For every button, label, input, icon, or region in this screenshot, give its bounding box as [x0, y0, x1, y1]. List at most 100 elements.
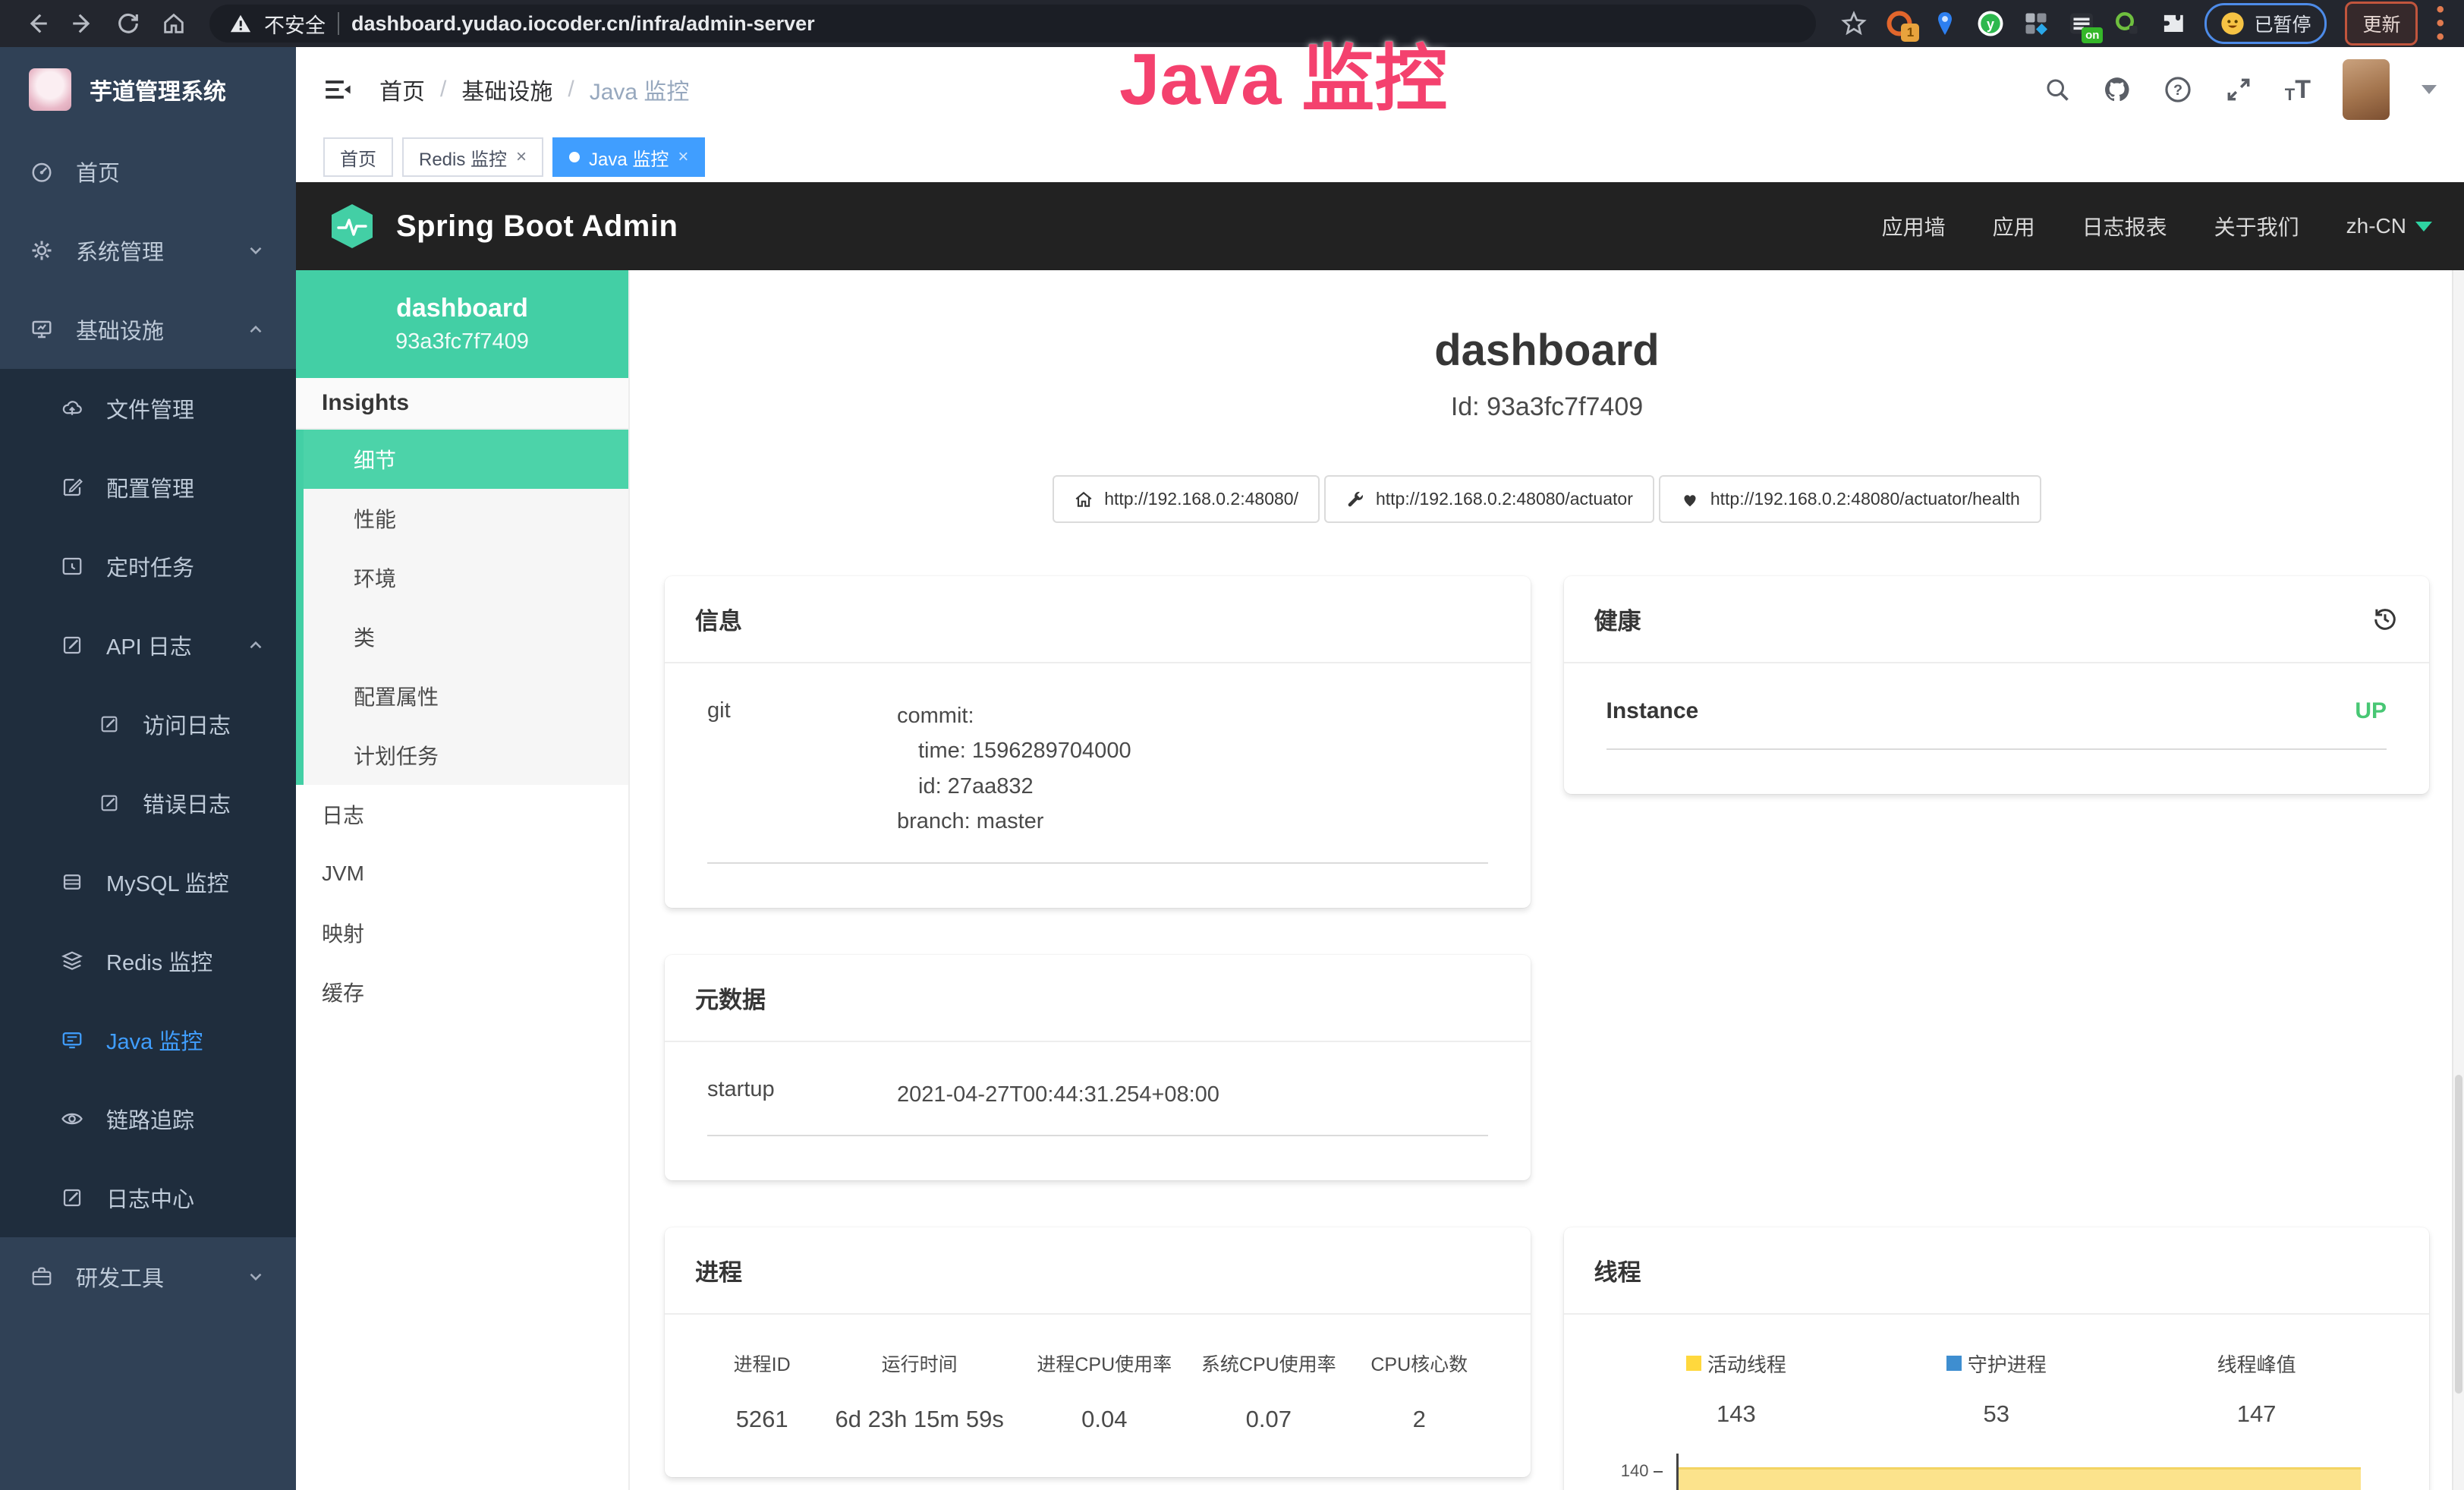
tab-java-monitor[interactable]: Java 监控 × [552, 137, 705, 177]
card-metadata-title: 元数据 [665, 955, 1531, 1042]
sba-header: Spring Boot Admin 应用墙 应用 日志报表 关于我们 zh-CN [296, 182, 2464, 270]
extension-tabs-icon[interactable]: on [2068, 10, 2095, 37]
card-threads-title: 线程 [1564, 1227, 2430, 1315]
sba-item-environment[interactable]: 环境 [304, 548, 628, 607]
sba-nav-journal[interactable]: 日志报表 [2082, 211, 2167, 241]
sba-nav-wallboard[interactable]: 应用墙 [1882, 211, 1946, 241]
peak-threads-value: 147 [2126, 1400, 2387, 1428]
sba-nav-about[interactable]: 关于我们 [2214, 211, 2299, 241]
sba-brand[interactable]: Spring Boot Admin [328, 202, 678, 250]
sidebar-item-access-log[interactable]: 访问日志 [0, 685, 296, 764]
sba-item-logs[interactable]: 日志 [296, 785, 628, 844]
log-edit-icon [99, 792, 120, 814]
sidebar-item-redis[interactable]: Redis 监控 [0, 921, 296, 1000]
browser-menu-icon[interactable]: ••• [2436, 3, 2444, 44]
log-edit-icon [61, 634, 83, 657]
profile-paused-badge[interactable]: 已暂停 [2204, 3, 2327, 44]
sba-item-classes[interactable]: 类 [304, 607, 628, 666]
page-scrollbar[interactable] [2452, 270, 2464, 1490]
extension-orange-icon[interactable]: 1 [1886, 10, 1913, 37]
service-url-button[interactable]: http://192.168.0.2:48080/ [1053, 475, 1320, 523]
dashboard-icon [30, 160, 53, 183]
breadcrumb-infra[interactable]: 基础设施 [461, 73, 552, 106]
layers-icon [61, 950, 83, 972]
process-table: 进程ID 运行时间 进程CPU使用率 系统CPU使用率 CPU核心数 5261 … [707, 1350, 1488, 1433]
sidebar-item-java-monitor[interactable]: Java 监控 [0, 1000, 296, 1079]
bookmark-star-icon[interactable] [1840, 10, 1868, 37]
process-pid: 5261 [707, 1406, 817, 1433]
extension-picker-icon[interactable] [2113, 10, 2141, 37]
sba-item-jvm[interactable]: JVM [296, 844, 628, 903]
font-size-icon[interactable]: TT [2285, 75, 2311, 105]
browser-forward-icon[interactable] [65, 6, 100, 41]
breadcrumb-home[interactable]: 首页 [379, 73, 425, 106]
close-icon[interactable]: × [678, 146, 688, 168]
sidebar-item-dev-tools[interactable]: 研发工具 [0, 1237, 296, 1316]
omnibox-divider [338, 12, 339, 35]
app-logo-row: 芋道管理系统 [0, 47, 296, 132]
sba-main: dashboard Id: 93a3fc7f7409 http://192.16… [630, 270, 2464, 1490]
extension-grid-icon[interactable] [2022, 10, 2050, 37]
browser-reload-icon[interactable] [111, 6, 146, 41]
sidebar-item-tracing[interactable]: 链路追踪 [0, 1079, 296, 1158]
sba-item-details[interactable]: 细节 [304, 430, 628, 489]
tab-home[interactable]: 首页 [323, 137, 393, 177]
sba-nav-language: zh-CN [2346, 214, 2432, 238]
sba-nav-applications[interactable]: 应用 [1993, 211, 2035, 241]
fullscreen-icon[interactable] [2224, 75, 2253, 104]
browser-home-icon[interactable] [156, 6, 191, 41]
system-cpu: 0.07 [1187, 1406, 1352, 1433]
url-text: dashboard.yudao.iocoder.cn/infra/admin-s… [351, 12, 815, 36]
heart-icon [1680, 490, 1700, 509]
chevron-up-icon [246, 635, 266, 655]
search-icon[interactable] [2044, 76, 2071, 103]
sidebar-item-file-mgmt[interactable]: 文件管理 [0, 369, 296, 448]
threads-chart: 140 120 100 [1606, 1463, 2387, 1490]
sidebar-item-config-mgmt[interactable]: 配置管理 [0, 448, 296, 527]
history-icon[interactable] [2371, 606, 2399, 633]
sidebar-item-error-log[interactable]: 错误日志 [0, 764, 296, 843]
health-instance-row[interactable]: Instance UP [1606, 698, 2387, 750]
card-health-title: 健康 [1594, 602, 1641, 636]
address-bar[interactable]: 不安全 dashboard.yudao.iocoder.cn/infra/adm… [209, 5, 1816, 43]
scrollbar-thumb[interactable] [2455, 1075, 2462, 1394]
user-avatar[interactable] [2343, 59, 2390, 120]
sba-insights-menu: 细节 性能 环境 类 配置属性 计划任务 [296, 430, 628, 785]
gear-icon [30, 239, 53, 262]
sba-item-caches[interactable]: 缓存 [296, 962, 628, 1022]
extension-pin-icon[interactable] [1931, 10, 1959, 37]
extension-y-icon[interactable]: y [1977, 10, 2004, 37]
sidebar-fold-icon[interactable] [323, 75, 352, 104]
card-threads: 线程 活动线程 143 守护进程 53 [1564, 1227, 2430, 1490]
sba-sidebar: dashboard 93a3fc7f7409 Insights 细节 性能 环境… [296, 270, 630, 1490]
process-cpu: 0.04 [1022, 1406, 1187, 1433]
health-url-button[interactable]: http://192.168.0.2:48080/actuator/health [1659, 475, 2041, 523]
close-icon[interactable]: × [516, 146, 527, 168]
sba-item-scheduled-tasks[interactable]: 计划任务 [304, 726, 628, 785]
browser-back-icon[interactable] [20, 6, 55, 41]
github-icon[interactable] [2103, 75, 2132, 104]
sba-instance-block[interactable]: dashboard 93a3fc7f7409 [296, 270, 628, 378]
sidebar-item-log-center[interactable]: 日志中心 [0, 1158, 296, 1237]
sba-item-metrics[interactable]: 性能 [304, 489, 628, 548]
sidebar-item-system[interactable]: 系统管理 [0, 211, 296, 290]
app-title: 芋道管理系统 [90, 73, 226, 106]
sidebar-item-mysql[interactable]: MySQL 监控 [0, 843, 296, 921]
annotation-java-monitor: Java 监控 [1119, 20, 1447, 125]
sba-item-mappings[interactable]: 映射 [296, 903, 628, 962]
actuator-url-button[interactable]: http://192.168.0.2:48080/actuator [1324, 475, 1654, 523]
extensions-puzzle-icon[interactable] [2159, 10, 2186, 37]
user-caret-icon[interactable] [2422, 85, 2437, 94]
update-button[interactable]: 更新 [2345, 2, 2418, 46]
sidebar-item-infra[interactable]: 基础设施 [0, 290, 296, 369]
help-icon[interactable]: ? [2163, 75, 2192, 104]
sidebar-item-jobs[interactable]: 定时任务 [0, 527, 296, 606]
card-health: 健康 Instance UP [1564, 576, 2430, 794]
live-threads-value: 143 [1606, 1400, 1867, 1428]
edit-icon [61, 476, 83, 499]
sidebar-item-api-log[interactable]: API 日志 [0, 606, 296, 685]
tab-redis-monitor[interactable]: Redis 监控 × [402, 137, 543, 177]
home-icon [1074, 490, 1094, 509]
sba-item-config-props[interactable]: 配置属性 [304, 666, 628, 726]
sidebar-item-home[interactable]: 首页 [0, 132, 296, 211]
